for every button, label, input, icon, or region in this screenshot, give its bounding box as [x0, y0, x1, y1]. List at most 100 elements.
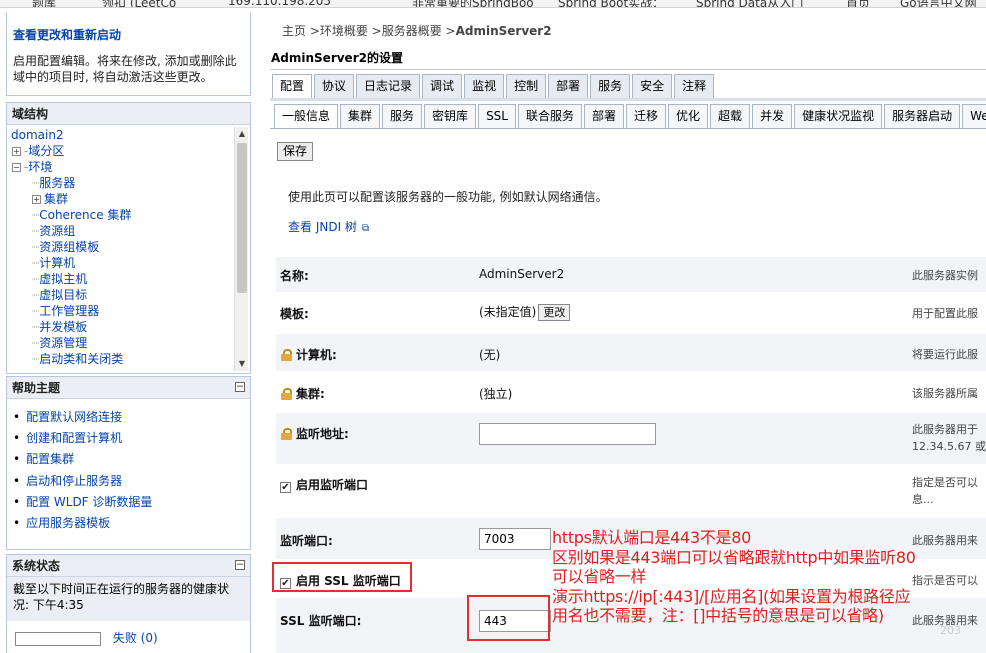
- field-row-listen-address: 监听地址: 此服务器用于 12.34.5.67 或: [276, 412, 986, 464]
- tree-item-work-managers[interactable]: ┈工作管理器: [11, 303, 233, 319]
- change-center-panel: 查看更改和重新启动 启用配置编辑。将来在修改, 添加或删除此域中的项目时, 将自…: [6, 12, 251, 96]
- tree-item-concurrent-templates[interactable]: ┈并发模板: [11, 319, 233, 335]
- tree-item-environment[interactable]: − -环境: [11, 159, 233, 175]
- template-description: 用于配置此服: [912, 307, 978, 320]
- scroll-thumb[interactable]: [237, 143, 247, 293]
- lock-icon: [280, 349, 293, 361]
- tree-item-startup-shutdown[interactable]: ┈启动类和关闭类: [11, 351, 233, 367]
- tree-item-domain[interactable]: domain2: [11, 127, 233, 143]
- jndi-tree-link[interactable]: 查看 JNDI 树 ⧉: [288, 218, 369, 235]
- tab-deployments[interactable]: 部署: [548, 74, 589, 98]
- tab-logging[interactable]: 日志记录: [356, 74, 421, 98]
- tree-item-clusters[interactable]: + 集群: [11, 191, 233, 207]
- help-topic-item[interactable]: 启动和停止服务器: [13, 471, 250, 492]
- tab-cluster[interactable]: 集群: [340, 104, 381, 128]
- tree-scrollbar[interactable]: ▲ ▼: [234, 127, 248, 371]
- tree-item-machines[interactable]: ┈计算机: [11, 255, 233, 271]
- bookmark-item[interactable]: Go语言中文网: [900, 0, 977, 7]
- listen-port-enabled-label[interactable]: ✔ 启用监听端口: [280, 476, 368, 493]
- tab-protocols[interactable]: 协议: [314, 74, 355, 98]
- system-status-title: 系统状态 −: [7, 555, 250, 577]
- breadcrumb: 主页 >环境概要 >服务器概要 >AdminServer2: [282, 22, 552, 39]
- tab-deployment[interactable]: 部署: [584, 104, 625, 128]
- tab-tuning[interactable]: 优化: [668, 104, 709, 128]
- tab-server-start[interactable]: 服务器启动: [884, 104, 961, 128]
- annotation-line: 演示https://ip[:443]/[应用名](如果设置为根路径应: [552, 586, 911, 606]
- tree-item-coherence-clusters[interactable]: ┈Coherence 集群: [11, 207, 233, 223]
- change-template-button[interactable]: 更改: [538, 304, 571, 321]
- listen-port-input[interactable]: [479, 528, 551, 550]
- annotation-line: 用名也不需要，注：[]中括号的意思是可以省略): [552, 606, 884, 625]
- tree-item-resource-group-templates[interactable]: ┈资源组模板: [11, 239, 233, 255]
- tab-services[interactable]: 服务: [590, 74, 631, 98]
- machine-description: 将要运行此服: [912, 348, 978, 361]
- name-label: 名称:: [280, 269, 309, 283]
- help-topics-panel: 帮助主题 − 配置默认网络连接 创建和配置计算机 配置集群 启动和停止服务器 配…: [6, 376, 251, 550]
- view-changes-link[interactable]: 查看更改和重新启动: [7, 12, 250, 43]
- field-row-listen-port-enabled: ✔ 启用监听端口 指定是否可以 息...: [276, 465, 986, 515]
- tab-federation-services[interactable]: 联合服务: [517, 104, 582, 128]
- bookmark-item[interactable]: 首页: [846, 0, 870, 7]
- listen-port-enabled-description: 指定是否可以 息...: [912, 476, 978, 506]
- cluster-value: (独立): [479, 387, 513, 401]
- name-description: 此服务器实例: [912, 269, 978, 282]
- tab-ssl[interactable]: SSL: [478, 104, 516, 128]
- bookmark-item[interactable]: 169.110.198.205: [228, 0, 331, 7]
- scroll-down-icon[interactable]: ▼: [235, 357, 249, 371]
- name-value: AdminServer2: [479, 267, 565, 281]
- tree-item-servers[interactable]: ┈服务器: [11, 175, 233, 191]
- tab-configuration[interactable]: 配置: [272, 74, 313, 99]
- bookmark-item[interactable]: 题库: [32, 0, 56, 7]
- tab-services[interactable]: 服务: [382, 104, 423, 128]
- listen-address-input[interactable]: [479, 423, 656, 445]
- tab-keystores[interactable]: 密钥库: [424, 104, 477, 128]
- collapse-icon[interactable]: −: [235, 560, 245, 570]
- help-topic-item[interactable]: 配置集群: [13, 449, 250, 470]
- scroll-up-icon[interactable]: ▲: [235, 127, 249, 141]
- collapse-icon[interactable]: −: [235, 382, 245, 392]
- help-topic-item[interactable]: 配置默认网络连接: [13, 407, 250, 428]
- bookmark-item[interactable]: 领扣 (LeetCo: [102, 0, 176, 7]
- ssl-enabled-description: 指示是否可以: [912, 574, 978, 587]
- listen-port-enabled-checkbox[interactable]: ✔: [280, 482, 291, 493]
- field-row-cluster: 集群: (独立) 该服务器所属: [276, 372, 986, 410]
- tab-monitoring[interactable]: 监视: [464, 74, 505, 98]
- health-failed-row: 失败 (0): [7, 621, 250, 646]
- tab-migration[interactable]: 迁移: [626, 104, 667, 128]
- tab-overload[interactable]: 超载: [710, 104, 751, 128]
- machine-value: (无): [479, 348, 501, 362]
- expand-icon[interactable]: +: [12, 147, 21, 156]
- field-row-name: 名称: AdminServer2 此服务器实例: [276, 256, 986, 292]
- annotation-text: https默认端口是443不是80 区别如果是443端口可以省略跟就http中如…: [552, 528, 916, 626]
- tree-item-partitions[interactable]: + -域分区: [11, 143, 233, 159]
- field-row-template: 模板: (未指定值) 更改 用于配置此服: [276, 294, 986, 330]
- bookmark-item[interactable]: Spring Boot实战：: [558, 0, 664, 7]
- bookmark-item[interactable]: Spring Data从入门: [696, 0, 803, 7]
- tab-web[interactable]: Web: [962, 104, 986, 128]
- tab-notes[interactable]: 注释: [674, 74, 715, 98]
- listen-port-label: 监听端口:: [280, 534, 333, 548]
- save-button[interactable]: 保存: [277, 142, 314, 161]
- help-topic-item[interactable]: 配置 WLDF 诊断数据量: [13, 492, 250, 513]
- tab-control[interactable]: 控制: [506, 74, 547, 98]
- expand-icon[interactable]: +: [32, 195, 41, 204]
- tab-debug[interactable]: 调试: [422, 74, 463, 98]
- breadcrumb-path[interactable]: 主页 >环境概要 >服务器概要 >: [282, 24, 456, 38]
- domain-structure-panel: 域结构 domain2 + -域分区 − -环境 ┈服务器 + 集群 ┈Coheren…: [6, 102, 251, 374]
- tab-general[interactable]: 一般信息: [274, 104, 339, 129]
- tree-item-virtual-hosts[interactable]: ┈虚拟主机: [11, 271, 233, 287]
- tab-concurrency[interactable]: 并发: [752, 104, 793, 128]
- tab-security[interactable]: 安全: [632, 74, 673, 98]
- tree-item-resource-management[interactable]: ┈资源管理: [11, 335, 233, 351]
- tree-item-virtual-targets[interactable]: ┈虚拟目标: [11, 287, 233, 303]
- bookmark-item[interactable]: 非常重要的SpringBoo: [412, 0, 534, 7]
- ssl-port-label: SSL 监听端口:: [280, 614, 362, 628]
- listen-address-label: 监听地址:: [280, 425, 349, 442]
- help-topic-item[interactable]: 创建和配置计算机: [13, 428, 250, 449]
- help-topic-item[interactable]: 应用服务器模板: [13, 513, 250, 534]
- tree-item-resource-groups[interactable]: ┈资源组: [11, 223, 233, 239]
- collapse-icon[interactable]: −: [12, 163, 21, 172]
- machine-label: 计算机:: [280, 346, 337, 363]
- failed-servers-link[interactable]: 失败 (0): [113, 631, 158, 645]
- tab-health-monitoring[interactable]: 健康状况监视: [794, 104, 883, 128]
